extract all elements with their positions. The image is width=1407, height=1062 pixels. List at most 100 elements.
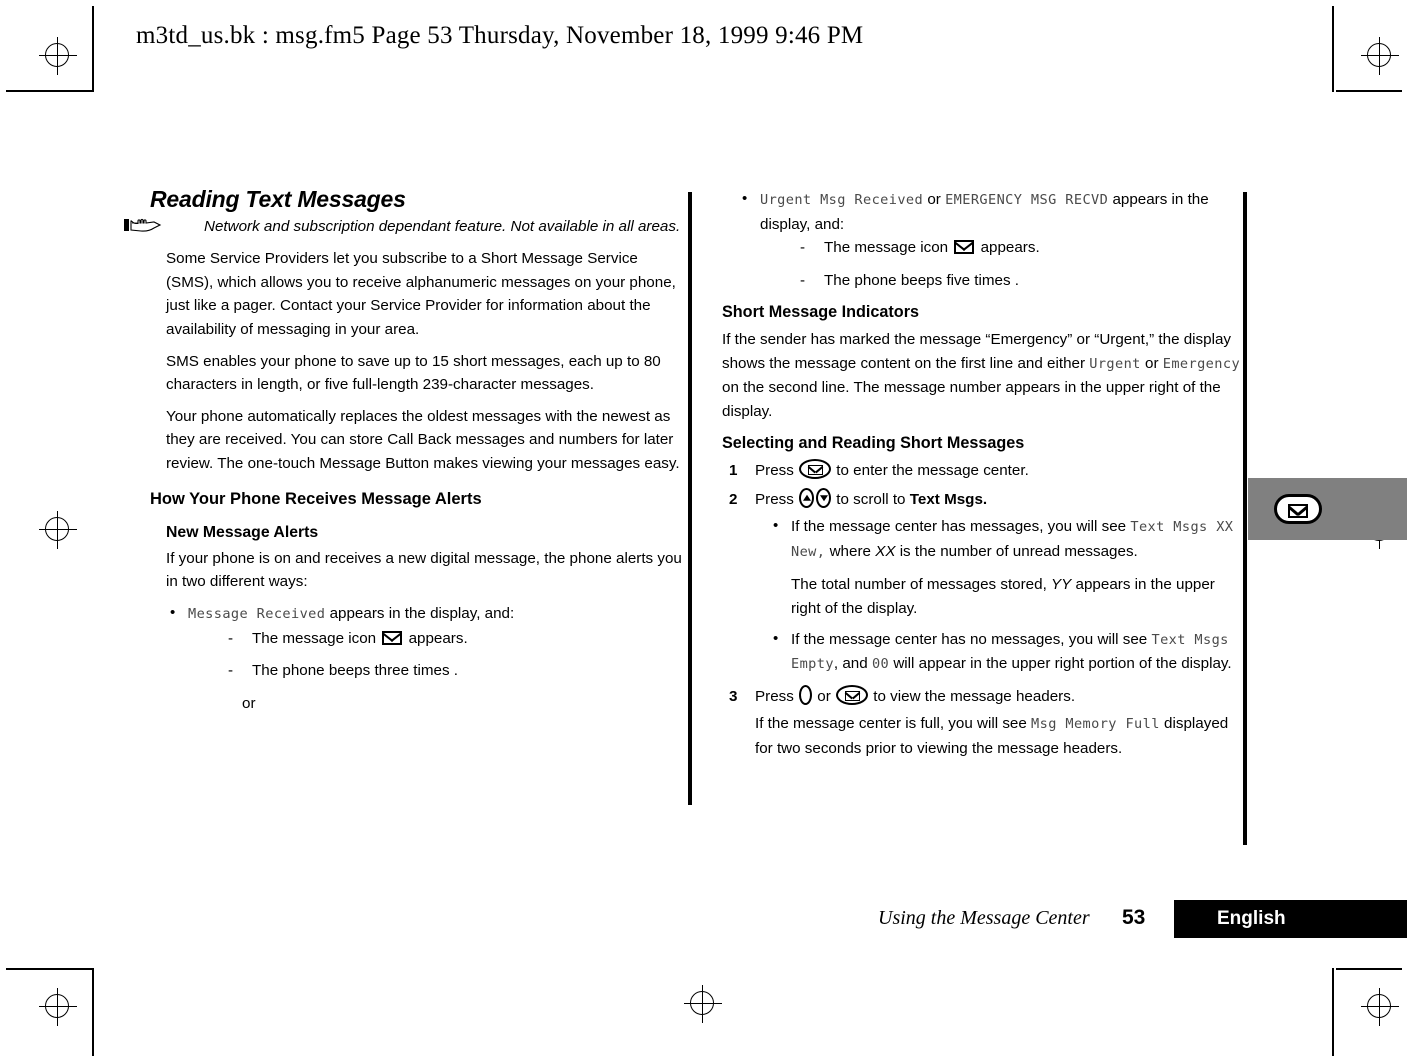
envelope-icon xyxy=(382,630,403,645)
step3-note: If the message center is full, you will … xyxy=(755,712,1242,760)
triangle-up-icon xyxy=(802,494,811,501)
select-key-icon xyxy=(799,684,813,705)
paragraph-sms-capacity: SMS enables your phone to save up to 15 … xyxy=(166,352,661,394)
footer-page-number: 53 xyxy=(1122,906,1146,929)
column-divider-rule xyxy=(688,192,692,805)
registration-hline xyxy=(1361,55,1399,56)
crop-line-bottom-left-vertical xyxy=(92,968,94,1056)
step3-or: or xyxy=(817,687,831,705)
lcd-emergency-msg-recvd: EMERGENCY MSG RECVD xyxy=(945,192,1109,208)
heading-new-message-alerts: New Message Alerts xyxy=(166,524,319,542)
step2-pre: Press xyxy=(755,490,794,508)
step-1: 1 Press to enter the message center. xyxy=(722,458,1242,483)
step-number: 2 xyxy=(729,490,738,508)
envelope-icon xyxy=(808,464,824,475)
list-item: The phone beeps five times . xyxy=(798,269,1242,293)
indicators-text-2: on the second line. The message number a… xyxy=(722,379,1221,420)
sublist-alert-effects: The message icon appears. The phone beep… xyxy=(188,627,685,683)
footer-language-bar: English xyxy=(1174,900,1407,938)
registration-hline xyxy=(1361,1006,1399,1007)
registration-hline xyxy=(39,1006,77,1007)
registration-mark-bottom-center xyxy=(684,985,722,1023)
registration-hline xyxy=(39,55,77,56)
step-2: 2 Press to scroll to Text Msgs. If the m… xyxy=(722,487,1242,677)
paragraph-new-alerts: If your phone is on and receives a new d… xyxy=(166,549,682,591)
step2-b1-pre: If the message center has messages, you … xyxy=(791,518,1127,536)
scroll-down-key-icon xyxy=(816,487,832,508)
triangle-down-icon xyxy=(819,494,828,501)
paragraph-short-indicators: If the sender has marked the message “Em… xyxy=(722,328,1242,423)
step2-sub-pre: The total number of messages stored, xyxy=(791,576,1047,594)
variable-xx: XX xyxy=(875,542,896,560)
chapter-thumb-tab xyxy=(1248,478,1407,540)
manual-page: m3td_us.bk : msg.fm5 Page 53 Thursday, N… xyxy=(0,0,1407,1062)
registration-mark-top-left xyxy=(39,37,77,75)
step2-b1-mid: where xyxy=(829,542,871,560)
step2-substep-total: The total number of messages stored, YY … xyxy=(755,573,1242,620)
registration-mark-bottom-right xyxy=(1361,988,1399,1026)
crop-line-top-left-horizontal xyxy=(6,90,92,92)
variable-yy: YY xyxy=(1051,576,1072,594)
lcd-emergency: Emergency xyxy=(1162,355,1241,372)
envelope-icon xyxy=(845,690,861,701)
registration-vline xyxy=(1379,988,1380,1026)
paragraph-sms-replace: Your phone automatically replaces the ol… xyxy=(166,407,680,472)
indicators-or: or xyxy=(1145,354,1159,372)
bullet-tail: appears in the display, and: xyxy=(329,604,515,622)
note-text: Network and subscription dependant featu… xyxy=(204,217,681,235)
pointing-hand-icon xyxy=(124,217,204,232)
message-key-icon xyxy=(1274,494,1322,524)
lcd-urgent: Urgent xyxy=(1089,355,1141,372)
list-item: If the message center has messages, you … xyxy=(769,514,1242,564)
crop-line-top-right-horizontal xyxy=(1336,90,1402,92)
lcd-zero-zero: 00 xyxy=(871,656,890,673)
left-column: Reading Text Messages Network and subscr… xyxy=(124,186,685,721)
dash-icon-pre: The message icon xyxy=(824,239,949,257)
list-item: Urgent Msg Received or EMERGENCY MSG REC… xyxy=(738,187,1242,292)
envelope-icon xyxy=(1288,504,1308,518)
dash-icon-post: appears. xyxy=(408,629,468,647)
step2-b2-pre: If the message center has no messages, y… xyxy=(791,630,1148,648)
message-key-icon xyxy=(836,684,869,705)
heading-short-message-indicators: Short Message Indicators xyxy=(722,303,920,322)
registration-vline xyxy=(57,511,58,549)
crop-line-top-right-vertical xyxy=(1332,6,1334,92)
registration-vline xyxy=(57,37,58,75)
step3-post: to view the message headers. xyxy=(873,687,1076,705)
list-item: If the message center has no messages, y… xyxy=(769,626,1242,677)
step2-b2-post: will appear in the upper right portion o… xyxy=(893,655,1232,673)
list-urgent-alerts: Urgent Msg Received or EMERGENCY MSG REC… xyxy=(722,187,1242,292)
crop-line-bottom-left-horizontal xyxy=(6,968,92,970)
step3-pre: Press xyxy=(755,687,794,705)
list-item: The message icon appears. xyxy=(226,627,685,651)
step3-note-pre: If the message center is full, you will … xyxy=(755,715,1027,733)
dash-icon-post: appears. xyxy=(980,239,1040,257)
sublist-urgent-effects: The message icon appears. The phone beep… xyxy=(760,236,1242,292)
heading-selecting-reading: Selecting and Reading Short Messages xyxy=(722,434,1025,453)
message-key-icon xyxy=(799,458,832,479)
step2-mid: to scroll to xyxy=(836,490,906,508)
crop-line-top-left-vertical xyxy=(92,6,94,92)
page-title: Reading Text Messages xyxy=(150,186,406,212)
or-connector: or xyxy=(242,694,256,712)
step-number: 3 xyxy=(729,687,738,705)
step-3: 3 Press or to view the message headers. … xyxy=(722,684,1242,761)
right-margin-rule xyxy=(1243,192,1247,845)
list-item: Message Received appears in the display,… xyxy=(166,601,685,715)
registration-vline xyxy=(57,988,58,1026)
running-header: m3td_us.bk : msg.fm5 Page 53 Thursday, N… xyxy=(136,22,864,49)
step2-target-menu: Text Msgs. xyxy=(909,490,988,508)
crop-line-bottom-right-horizontal xyxy=(1336,968,1402,970)
footer-chapter-title: Using the Message Center xyxy=(878,907,1090,929)
or-word: or xyxy=(927,191,941,208)
footer-language-label: English xyxy=(1217,908,1286,929)
step-number: 1 xyxy=(729,461,738,479)
registration-mark-bottom-left xyxy=(39,988,77,1026)
list-new-message-alerts: Message Received appears in the display,… xyxy=(150,601,685,715)
note-network-dependant: Network and subscription dependant featu… xyxy=(124,215,685,239)
crop-line-bottom-right-vertical xyxy=(1332,968,1334,1056)
dash-icon-pre: The message icon xyxy=(252,629,377,647)
right-column: Urgent Msg Received or EMERGENCY MSG REC… xyxy=(722,187,1242,768)
registration-hline xyxy=(39,529,77,530)
list-steps: 1 Press to enter the message center. 2 P… xyxy=(722,458,1242,761)
